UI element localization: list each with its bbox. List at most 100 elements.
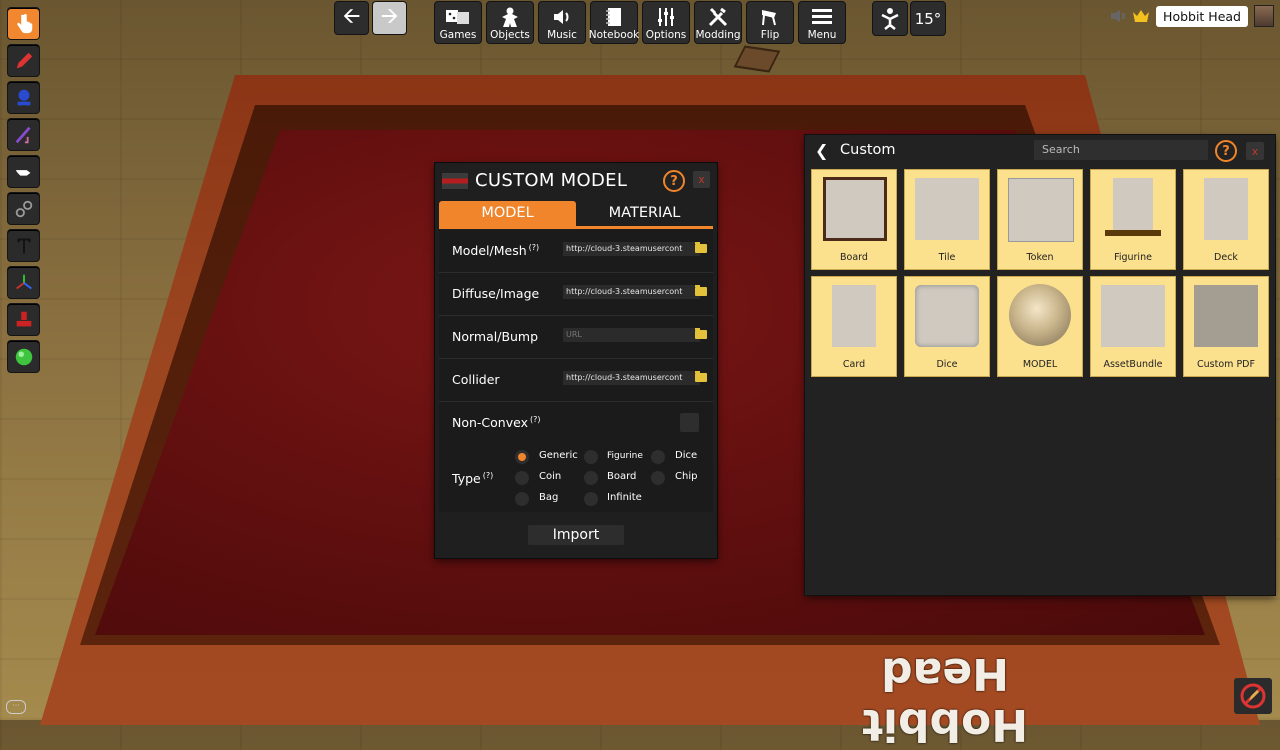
player-name[interactable]: Hobbit Head	[1156, 5, 1248, 27]
pen-tool[interactable]	[8, 45, 39, 76]
custom-pdf-thumbnail	[1194, 285, 1258, 347]
chat-icon[interactable]: ···	[6, 700, 26, 714]
non-convex-checkbox[interactable]	[680, 413, 699, 432]
close-dialog-button[interactable]: x	[693, 171, 710, 188]
diffuse-image-input[interactable]: http://cloud-3.steamusercont	[563, 285, 700, 299]
help-hint[interactable]: (?)	[530, 415, 541, 424]
axis-icon	[15, 274, 32, 289]
diffuse-image-label: Diffuse/Image	[452, 286, 540, 301]
menu-button[interactable]: Menu	[799, 2, 845, 43]
radio-label-chip: Chip	[675, 471, 698, 482]
close-panel-button[interactable]: x	[1246, 142, 1264, 160]
flip-button[interactable]: Flip	[747, 2, 793, 43]
grab-hand-icon	[15, 169, 30, 176]
help-icon[interactable]: ?	[663, 170, 685, 192]
zone-tool[interactable]	[8, 82, 39, 113]
help-icon[interactable]: ?	[1215, 140, 1237, 162]
radio-board[interactable]	[584, 471, 598, 485]
tile-token[interactable]: Token	[997, 169, 1083, 270]
tile-tile[interactable]: Tile	[904, 169, 990, 270]
options-button[interactable]: Options	[643, 2, 689, 43]
radio-label-generic: Generic	[539, 450, 578, 461]
search-input[interactable]: Search	[1034, 140, 1208, 160]
sliders-icon	[656, 6, 676, 28]
tab-material[interactable]: MATERIAL	[576, 201, 713, 226]
rotation-snap-button[interactable]: 15°	[911, 2, 945, 35]
deck-thumbnail	[1204, 178, 1248, 240]
dice-thumbnail	[915, 285, 979, 347]
help-hint[interactable]: (?)	[483, 471, 494, 480]
folder-icon[interactable]	[695, 371, 707, 382]
tile-board[interactable]: Board	[811, 169, 897, 270]
help-hint[interactable]: (?)	[529, 243, 540, 252]
gizmo-tool[interactable]	[8, 156, 39, 187]
tile-label: Figurine	[1114, 252, 1152, 263]
radio-coin[interactable]	[515, 471, 529, 485]
stamp-tool[interactable]	[8, 304, 39, 335]
radio-bag[interactable]	[515, 492, 529, 506]
card-object[interactable]	[733, 45, 781, 73]
tile-label: Tile	[938, 252, 956, 263]
music-button[interactable]: Music	[539, 2, 585, 43]
tile-card[interactable]: Card	[811, 276, 897, 377]
undo-button[interactable]: 🡨	[335, 2, 368, 34]
figurine-thumbnail	[1113, 178, 1153, 230]
tile-label: Card	[842, 359, 866, 370]
folder-icon[interactable]	[695, 328, 707, 339]
dialog-header[interactable]: CUSTOM MODEL ? x	[435, 163, 717, 199]
radio-label-figurine: Figurine	[607, 451, 643, 461]
text-tool[interactable]	[8, 230, 39, 261]
objects-button[interactable]: Objects	[487, 2, 533, 43]
rotation-gizmo-button[interactable]	[873, 2, 907, 35]
axis-tool[interactable]	[8, 267, 39, 298]
tile-deck[interactable]: Deck	[1183, 169, 1269, 270]
token-thumbnail	[1008, 178, 1074, 242]
games-button[interactable]: Games	[435, 2, 481, 43]
radio-generic[interactable]	[515, 450, 529, 464]
avatar[interactable]	[1254, 5, 1274, 27]
zone-icon	[17, 89, 30, 105]
gizmo-figure-icon	[881, 7, 899, 30]
radio-infinite[interactable]	[584, 492, 598, 506]
tile-label: Token	[1026, 252, 1054, 263]
normal-bump-row: Normal/Bump URL	[439, 316, 713, 359]
normal-bump-input[interactable]: URL	[563, 328, 700, 342]
color-tool[interactable]	[8, 341, 39, 372]
radio-figurine[interactable]	[584, 450, 598, 464]
tile-model[interactable]: MODEL	[997, 276, 1083, 377]
modding-button[interactable]: Modding	[695, 2, 741, 43]
tile-custom-pdf[interactable]: Custom PDF	[1183, 276, 1269, 377]
type-row: Type (?) Generic Figurine Dice Coin Board…	[439, 444, 713, 512]
dice-icon	[445, 6, 471, 28]
tile-thumbnail	[915, 178, 979, 240]
crown-icon	[1133, 10, 1150, 22]
import-button[interactable]: Import	[528, 525, 624, 545]
panel-title: Custom	[840, 142, 896, 158]
model-mesh-input[interactable]: http://cloud-3.steamusercont	[563, 242, 700, 256]
radio-chip[interactable]	[651, 471, 665, 485]
back-chevron-icon[interactable]: ❮	[815, 143, 831, 159]
collider-input[interactable]: http://cloud-3.steamusercont	[563, 371, 700, 385]
model-sphere-thumbnail	[1009, 284, 1071, 346]
redo-button[interactable]: 🡪	[373, 2, 406, 34]
radio-dice[interactable]	[651, 450, 665, 464]
pointer-tool[interactable]	[8, 8, 39, 39]
radio-label-dice: Dice	[675, 450, 698, 461]
dialog-tabs: MODEL MATERIAL	[439, 201, 713, 229]
tile-figurine[interactable]: Figurine	[1090, 169, 1176, 270]
radio-label-infinite: Infinite	[607, 492, 642, 503]
tile-dice[interactable]: Dice	[904, 276, 990, 377]
tab-model[interactable]: MODEL	[439, 201, 576, 226]
joint-tool[interactable]	[8, 193, 39, 224]
no-draw-icon	[1240, 683, 1266, 709]
normal-bump-label: Normal/Bump	[452, 329, 539, 344]
draw-toggle-button[interactable]	[1234, 678, 1272, 714]
hamburger-icon	[811, 6, 833, 28]
muted-speaker-icon[interactable]	[1110, 9, 1126, 23]
tile-label: Dice	[936, 359, 958, 370]
folder-icon[interactable]	[695, 242, 707, 253]
notebook-button[interactable]: Notebook	[589, 2, 639, 43]
tile-assetbundle[interactable]: AssetBundle	[1090, 276, 1176, 377]
folder-icon[interactable]	[695, 285, 707, 296]
line-tool[interactable]	[8, 119, 39, 150]
